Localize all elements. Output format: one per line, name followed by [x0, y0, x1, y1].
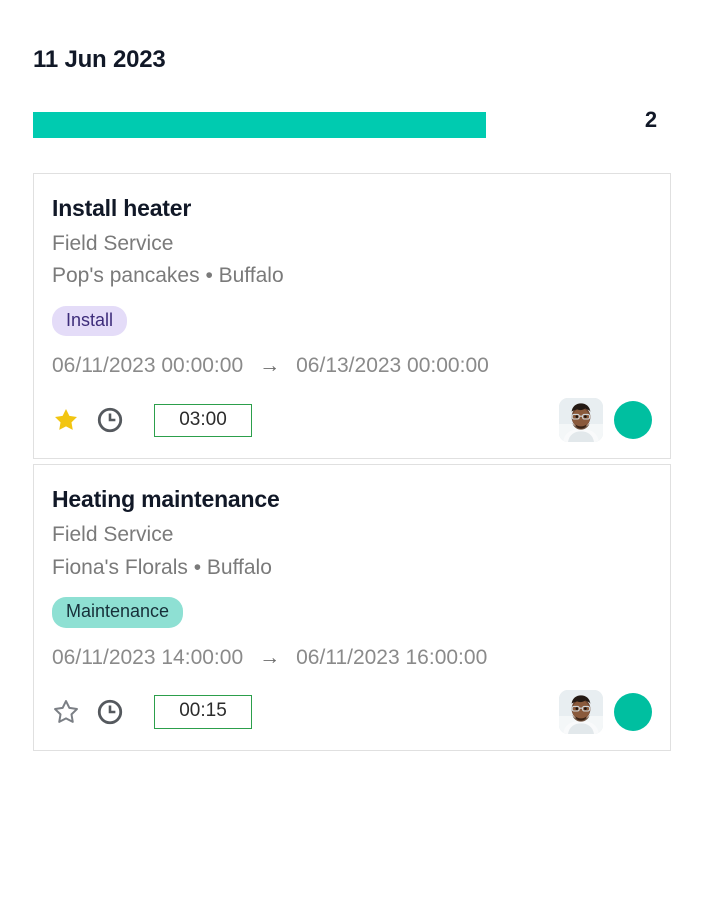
- arrow-right-icon: →: [259, 646, 280, 670]
- progress-fill: [33, 112, 486, 138]
- task-title: Install heater: [52, 194, 652, 223]
- task-card[interactable]: Heating maintenance Field Service Fiona'…: [33, 464, 671, 750]
- user-avatar[interactable]: [559, 398, 603, 442]
- task-tag[interactable]: Maintenance: [52, 597, 183, 628]
- task-footer-actions: 03:00: [52, 403, 252, 437]
- task-partner: Fiona's Florals • Buffalo: [52, 553, 652, 583]
- clock-icon[interactable]: [96, 695, 140, 729]
- task-card-body: Heating maintenance Field Service Fiona'…: [34, 465, 670, 675]
- task-end-date: 06/13/2023 00:00:00: [296, 354, 489, 378]
- task-schedule: 06/11/2023 14:00:00 → 06/11/2023 16:00:0…: [52, 646, 652, 670]
- status-dot[interactable]: [614, 693, 652, 731]
- task-partner: Pop's pancakes • Buffalo: [52, 261, 652, 291]
- task-tag[interactable]: Install: [52, 306, 127, 337]
- page-title: 11 Jun 2023: [33, 46, 166, 74]
- star-outline-icon[interactable]: [52, 695, 96, 729]
- task-footer-actions: 00:15: [52, 695, 252, 729]
- task-count: 2: [631, 107, 671, 133]
- task-tag-row: Install: [52, 306, 652, 337]
- user-avatar[interactable]: [559, 690, 603, 734]
- task-project: Field Service: [52, 229, 652, 259]
- status-dot[interactable]: [614, 401, 652, 439]
- task-tag-row: Maintenance: [52, 597, 652, 628]
- arrow-right-icon: →: [259, 354, 280, 378]
- clock-icon[interactable]: [96, 403, 140, 437]
- task-end-date: 06/11/2023 16:00:00: [296, 646, 487, 670]
- task-card-footer: 03:00: [34, 384, 670, 458]
- day-task-list-page: 11 Jun 2023 2 Install heater Field Servi…: [0, 0, 704, 899]
- star-filled-icon[interactable]: [52, 403, 96, 437]
- task-assignee-group: [559, 398, 652, 442]
- task-card-footer: 00:15: [34, 676, 670, 750]
- task-card-body: Install heater Field Service Pop's panca…: [34, 174, 670, 384]
- task-project: Field Service: [52, 520, 652, 550]
- task-card-list: Install heater Field Service Pop's panca…: [33, 173, 671, 756]
- duration-field[interactable]: 03:00: [154, 404, 252, 438]
- task-schedule: 06/11/2023 00:00:00 → 06/13/2023 00:00:0…: [52, 354, 652, 378]
- task-title: Heating maintenance: [52, 485, 652, 514]
- progress-track: [33, 108, 637, 134]
- task-start-date: 06/11/2023 00:00:00: [52, 354, 243, 378]
- task-assignee-group: [559, 690, 652, 734]
- duration-field[interactable]: 00:15: [154, 695, 252, 729]
- task-card[interactable]: Install heater Field Service Pop's panca…: [33, 173, 671, 459]
- task-start-date: 06/11/2023 14:00:00: [52, 646, 243, 670]
- day-progress-row: 2: [33, 104, 671, 140]
